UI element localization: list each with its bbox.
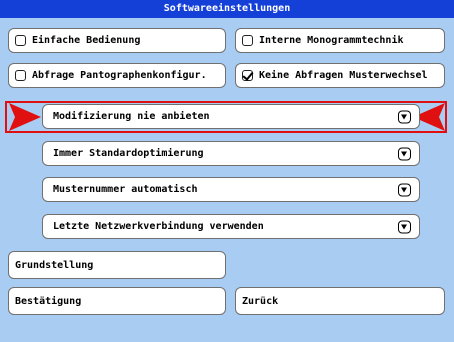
dropdown-netzwerkverbindung[interactable]: Letzte Netzwerkverbindung verwenden <box>42 214 420 239</box>
reset-button[interactable]: Grundstellung <box>8 251 226 279</box>
back-button[interactable]: Zurück <box>235 287 445 315</box>
dropdown-value: Modifizierung nie anbieten <box>53 111 210 122</box>
checkbox-label: Einfache Bedienung <box>32 35 141 46</box>
checkbox-label: Abfrage Pantographenkonfigur. <box>32 70 207 81</box>
checkbox-icon[interactable] <box>15 35 26 46</box>
dropdown-value: Musternummer automatisch <box>53 184 198 195</box>
checkbox-einfache-bedienung[interactable]: Einfache Bedienung <box>8 28 226 53</box>
dropdown-musternummer[interactable]: Musternummer automatisch <box>42 177 420 202</box>
checkbox-label: Interne Monogrammtechnik <box>259 35 404 46</box>
window-title: Softwareeinstellungen <box>0 0 454 18</box>
dropdown-optimierung[interactable]: Immer Standardoptimierung <box>42 141 420 166</box>
checkbox-keine-abfragen-musterwechsel[interactable]: Keine Abfragen Musterwechsel <box>235 63 445 88</box>
checkbox-interne-monogrammtechnik[interactable]: Interne Monogrammtechnik <box>235 28 445 53</box>
dropdown-arrow-icon[interactable] <box>398 183 411 196</box>
dropdown-arrow-icon[interactable] <box>398 110 411 123</box>
dropdown-value: Immer Standardoptimierung <box>53 148 204 159</box>
dropdown-arrow-icon[interactable] <box>398 220 411 233</box>
dropdown-arrow-icon[interactable] <box>398 147 411 160</box>
left-pointer-marker <box>9 103 41 131</box>
dropdown-value: Letzte Netzwerkverbindung verwenden <box>53 221 264 232</box>
checkbox-label: Keine Abfragen Musterwechsel <box>259 70 428 81</box>
checkbox-icon[interactable] <box>15 70 26 81</box>
checkbox-abfrage-pantographenkonfig[interactable]: Abfrage Pantographenkonfigur. <box>8 63 226 88</box>
confirm-button[interactable]: Bestätigung <box>8 287 226 315</box>
dropdown-modifizierung[interactable]: Modifizierung nie anbieten <box>42 104 420 129</box>
checkbox-icon[interactable] <box>242 35 253 46</box>
checkbox-checked-icon[interactable] <box>242 70 253 81</box>
